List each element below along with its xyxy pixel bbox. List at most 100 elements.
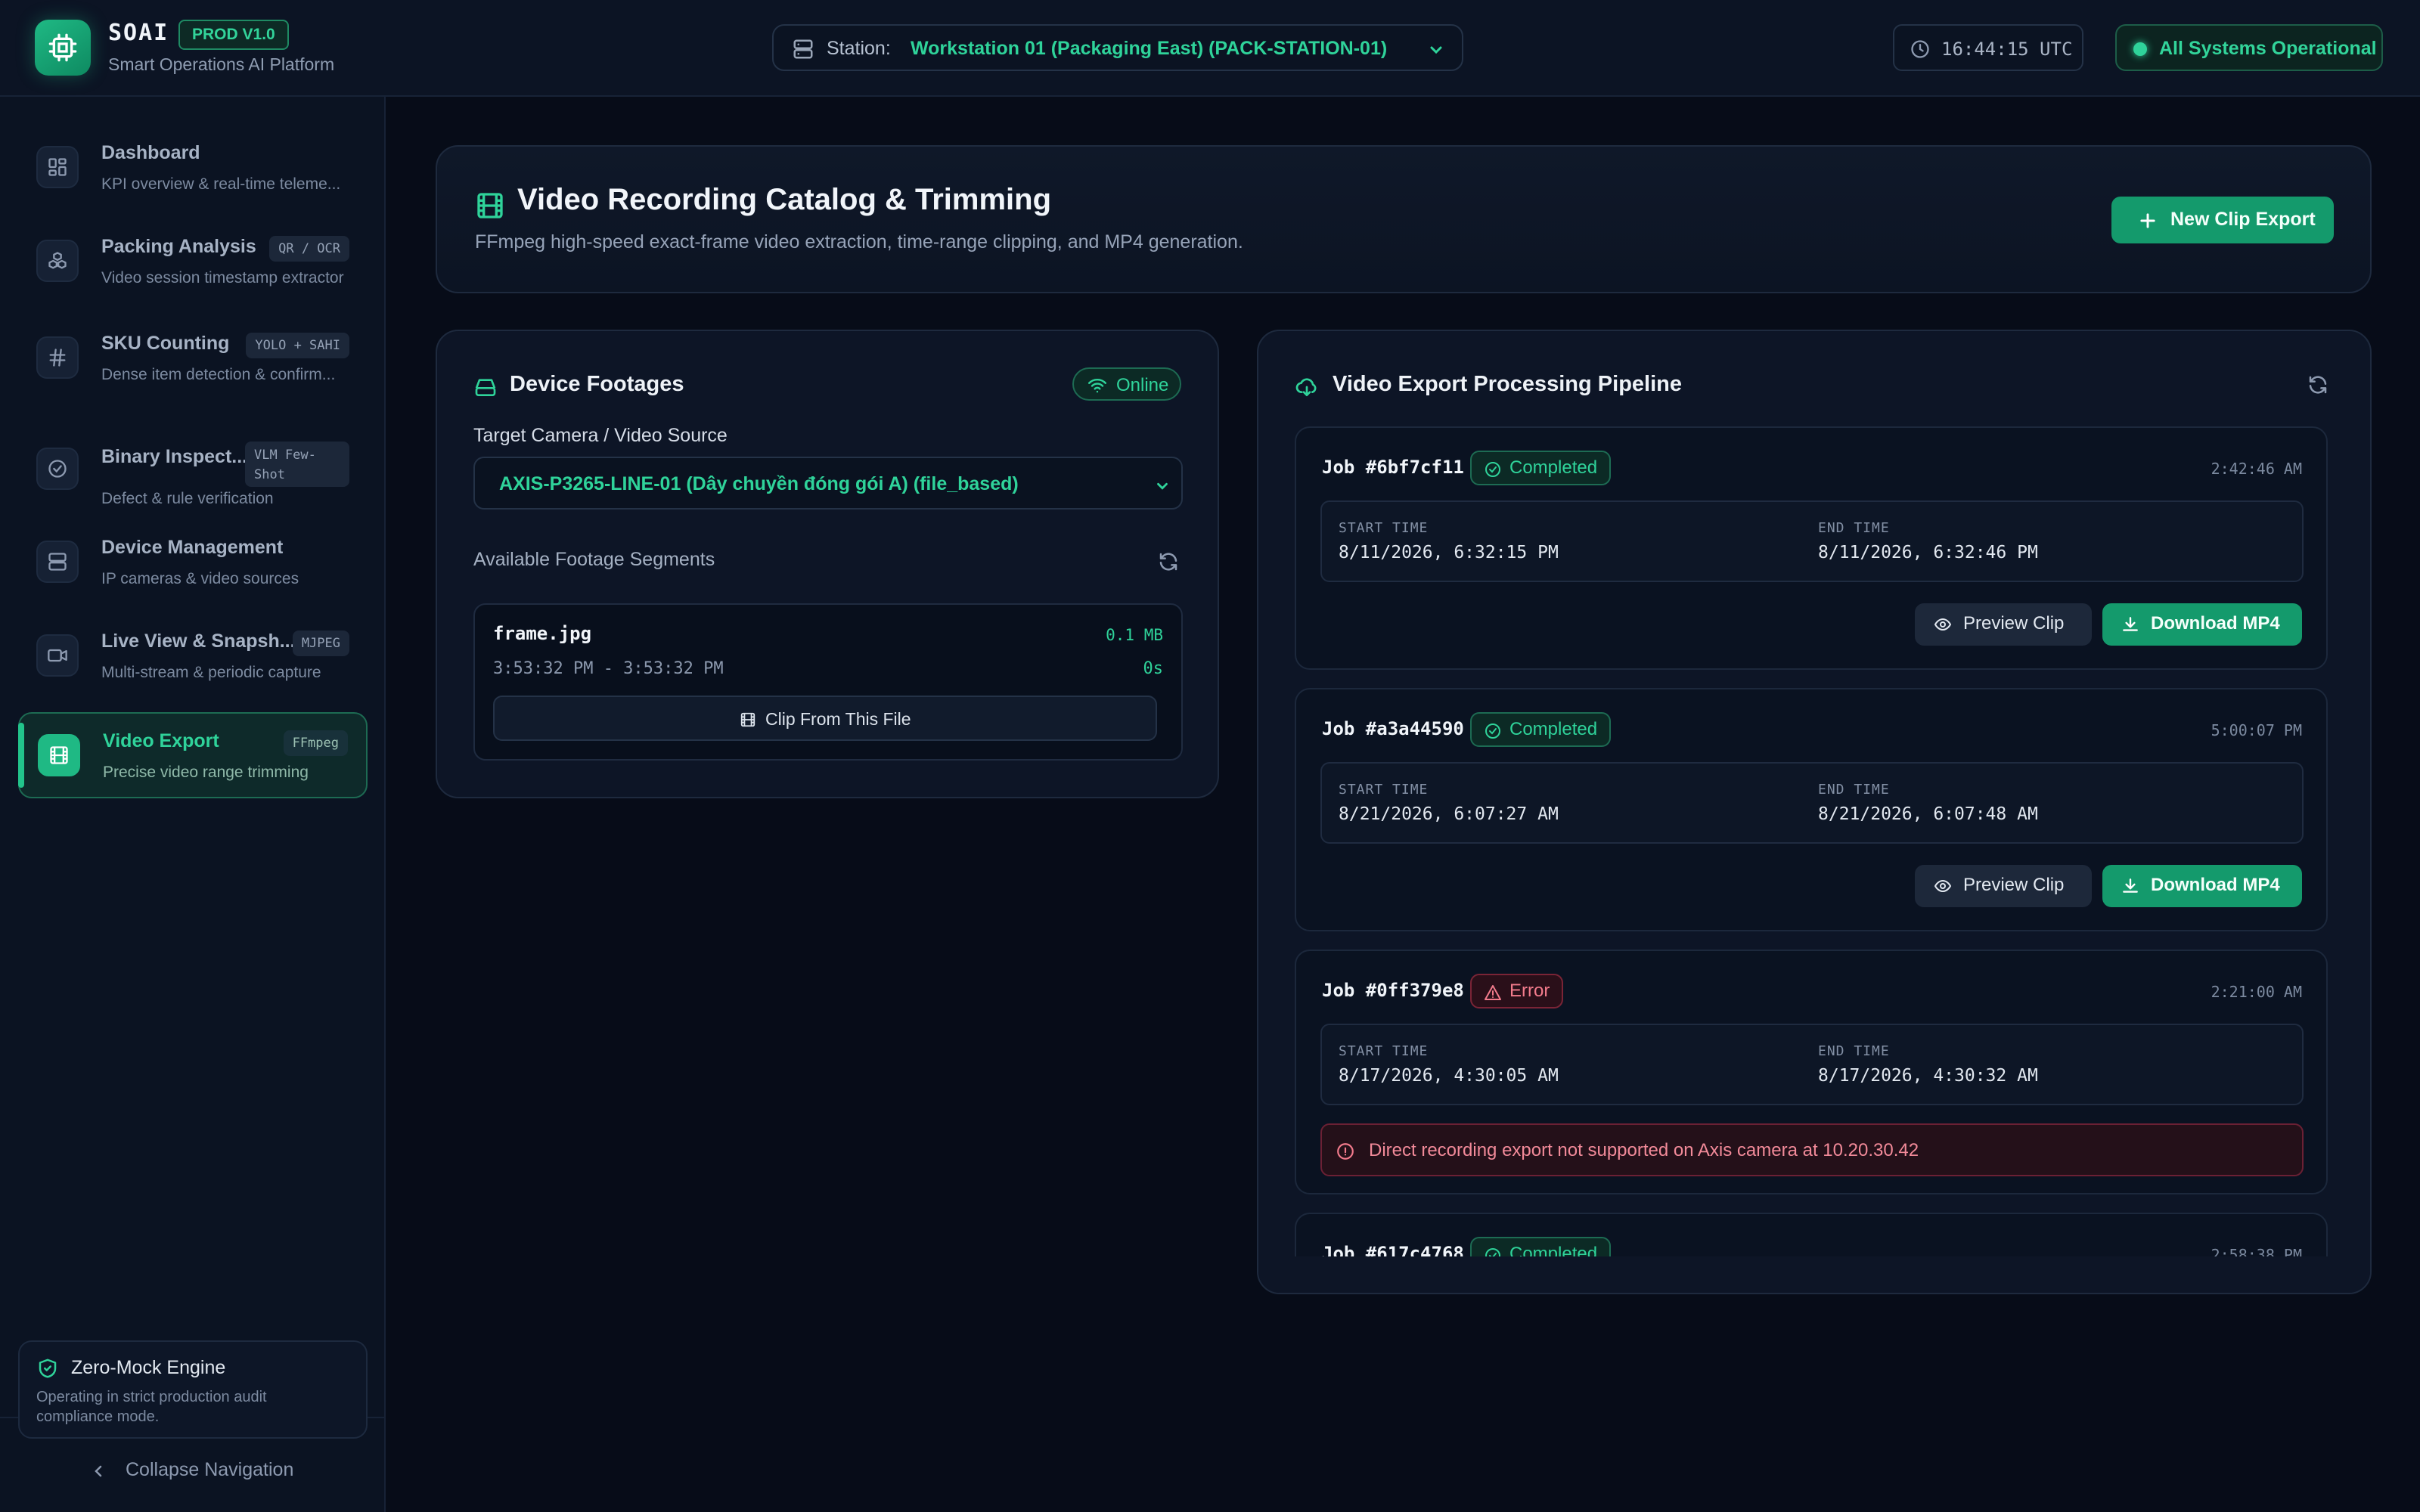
page-header-card: Video Recording Catalog & Trimming FFmpe… — [436, 145, 2372, 293]
start-time-value: 8/17/2026, 4:30:05 AM — [1339, 1066, 1559, 1086]
sidebar-item-tag: FFmpeg — [283, 730, 348, 756]
job-id: Job #6bf7cf11 — [1322, 457, 1464, 478]
end-time-value: 8/11/2026, 6:32:46 PM — [1818, 543, 2038, 562]
sidebar-item-dashboard[interactable]: Dashboard KPI overview & real-time telem… — [18, 125, 368, 212]
engine-title: Zero-Mock Engine — [71, 1357, 226, 1378]
video-camera-icon — [48, 649, 67, 662]
nav-icon-box — [36, 541, 79, 583]
check-circle-icon — [48, 460, 67, 478]
chevron-left-icon — [95, 1465, 102, 1477]
check-circle-icon — [1485, 723, 1500, 739]
job-id: Job #a3a44590 — [1322, 718, 1464, 739]
end-time-label: END TIME — [1818, 782, 1890, 798]
preview-clip-label: Preview Clip — [1963, 875, 2065, 895]
status-dot — [2133, 42, 2147, 56]
online-status-badge: Online — [1072, 367, 1181, 401]
server-icon — [793, 39, 813, 59]
sidebar-item-device-management[interactable]: Device Management IP cameras & video sou… — [18, 520, 368, 606]
sidebar-item-subtitle: Multi-stream & periodic capture — [101, 664, 321, 681]
panel-title: Device Footages — [510, 372, 684, 396]
film-icon — [740, 712, 755, 727]
sidebar-item-title: Live View & Snapsh... — [101, 631, 296, 652]
sidebar-item-packing-analysis[interactable]: Packing Analysis QR / OCR Video session … — [18, 219, 368, 305]
clip-from-file-label: Clip From This File — [765, 709, 911, 729]
nav-icon-box — [38, 734, 80, 776]
export-pipeline-panel: Video Export Processing Pipeline Job #6b… — [1257, 330, 2372, 1294]
preview-clip-button[interactable]: Preview Clip — [1915, 865, 2092, 907]
sidebar-item-subtitle: Precise video range trimming — [103, 764, 309, 781]
collapse-navigation-button[interactable]: Collapse Navigation — [126, 1459, 293, 1481]
download-mp4-button[interactable]: Download MP4 — [2102, 865, 2302, 907]
nav-icon-box — [36, 634, 79, 677]
job-timestamp: 2:42:46 AM — [2211, 460, 2302, 478]
sidebar-item-title: Binary Inspect... — [101, 446, 248, 467]
sidebar-item-tag: YOLO + SAHI — [246, 333, 349, 358]
download-mp4-label: Download MP4 — [2151, 875, 2280, 895]
sidebar-item-subtitle: KPI overview & real-time teleme... — [101, 175, 341, 193]
job-id: Job #0ff379e8 — [1322, 980, 1464, 1001]
logo — [35, 20, 91, 76]
job-time-range: START TIME 8/11/2026, 6:32:15 PM END TIM… — [1320, 500, 2304, 582]
dashboard-grid-icon — [48, 158, 67, 176]
export-job-card: Job #a3a44590 Completed 5:00:07 PM START… — [1295, 688, 2328, 931]
shield-check-icon — [39, 1359, 57, 1378]
status-badge: Completed — [1470, 451, 1612, 485]
sidebar-item-title: Video Export — [103, 730, 219, 751]
footage-segment-card: frame.jpg 0.1 MB 3:53:32 PM - 3:53:32 PM… — [473, 603, 1183, 761]
segment-time-range: 3:53:32 PM - 3:53:32 PM — [493, 659, 724, 678]
nav-icon-box — [36, 146, 79, 188]
warning-triangle-icon — [1485, 985, 1501, 1000]
status-text: All Systems Operational — [2159, 38, 2377, 59]
error-message-box: Direct recording export not supported on… — [1320, 1123, 2304, 1176]
scroll-clip-mask — [1258, 1256, 2370, 1293]
sidebar-item-title: Dashboard — [101, 142, 200, 163]
zero-mock-engine-card: Zero-Mock Engine Operating in strict pro… — [18, 1340, 368, 1439]
export-job-card: Job #6bf7cf11 Completed 2:42:46 AM START… — [1295, 426, 2328, 670]
new-clip-export-button[interactable]: New Clip Export — [2111, 197, 2334, 243]
utc-clock: 16:44:15 UTC — [1893, 24, 2083, 71]
sidebar-item-sku-counting[interactable]: SKU Counting YOLO + SAHI Dense item dete… — [18, 316, 368, 402]
nav-icon-box — [36, 240, 79, 282]
camera-source-select[interactable]: AXIS-P3265-LINE-01 (Dây chuyền đóng gói … — [473, 457, 1183, 510]
page-title: Video Recording Catalog & Trimming — [517, 183, 1052, 216]
sidebar-item-tag: MJPEG — [292, 631, 349, 656]
sidebar-item-binary-inspection[interactable]: Binary Inspect... VLM Few-Shot Defect & … — [18, 414, 368, 526]
sidebar-item-video-export[interactable]: Video Export FFmpeg Precise video range … — [18, 712, 368, 798]
clip-from-file-button[interactable]: Clip From This File — [493, 696, 1157, 741]
sidebar-item-subtitle: Dense item detection & confirm... — [101, 366, 336, 383]
preview-clip-label: Preview Clip — [1963, 613, 2065, 634]
sidebar-item-live-view[interactable]: Live View & Snapsh... MJPEG Multi-stream… — [18, 614, 368, 700]
check-circle-icon — [1485, 462, 1500, 477]
segment-file-size: 0.1 MB — [1106, 626, 1163, 644]
camera-source-label: Target Camera / Video Source — [473, 425, 728, 446]
end-time-label: END TIME — [1818, 1043, 1890, 1059]
clock-text: 16:44:15 UTC — [1941, 39, 2073, 60]
download-mp4-button[interactable]: Download MP4 — [2102, 603, 2302, 646]
station-selector[interactable]: Station: Workstation 01 (Packaging East)… — [772, 24, 1463, 71]
job-time-range: START TIME 8/21/2026, 6:07:27 AM END TIM… — [1320, 762, 2304, 844]
status-badge: Completed — [1470, 712, 1612, 747]
start-time-value: 8/21/2026, 6:07:27 AM — [1339, 804, 1559, 824]
station-value: Workstation 01 (Packaging East) (PACK-ST… — [911, 38, 1388, 59]
film-icon — [477, 193, 503, 218]
segment-file-name: frame.jpg — [493, 623, 592, 644]
panel-title: Video Export Processing Pipeline — [1333, 372, 1682, 396]
film-icon — [50, 746, 68, 764]
boxes-icon — [48, 252, 67, 269]
cloud-download-icon — [1295, 378, 1317, 396]
eye-icon — [1934, 879, 1952, 893]
end-time-label: END TIME — [1818, 520, 1890, 536]
refresh-segments-icon[interactable] — [1157, 550, 1180, 573]
page-subtitle: FFmpeg high-speed exact-frame video extr… — [475, 231, 1243, 253]
error-message-text: Direct recording export not supported on… — [1369, 1140, 1919, 1160]
download-icon — [2123, 878, 2138, 893]
end-time-value: 8/21/2026, 6:07:48 AM — [1818, 804, 2038, 824]
refresh-pipeline-icon[interactable] — [2307, 373, 2329, 396]
nav-icon-box — [36, 448, 79, 490]
start-time-value: 8/11/2026, 6:32:15 PM — [1339, 543, 1559, 562]
sidebar-item-title: Device Management — [101, 537, 284, 558]
chevron-down-icon — [1157, 482, 1168, 490]
status-text: Completed — [1509, 719, 1598, 739]
segment-duration: 0s — [1143, 659, 1164, 678]
preview-clip-button[interactable]: Preview Clip — [1915, 603, 2092, 646]
